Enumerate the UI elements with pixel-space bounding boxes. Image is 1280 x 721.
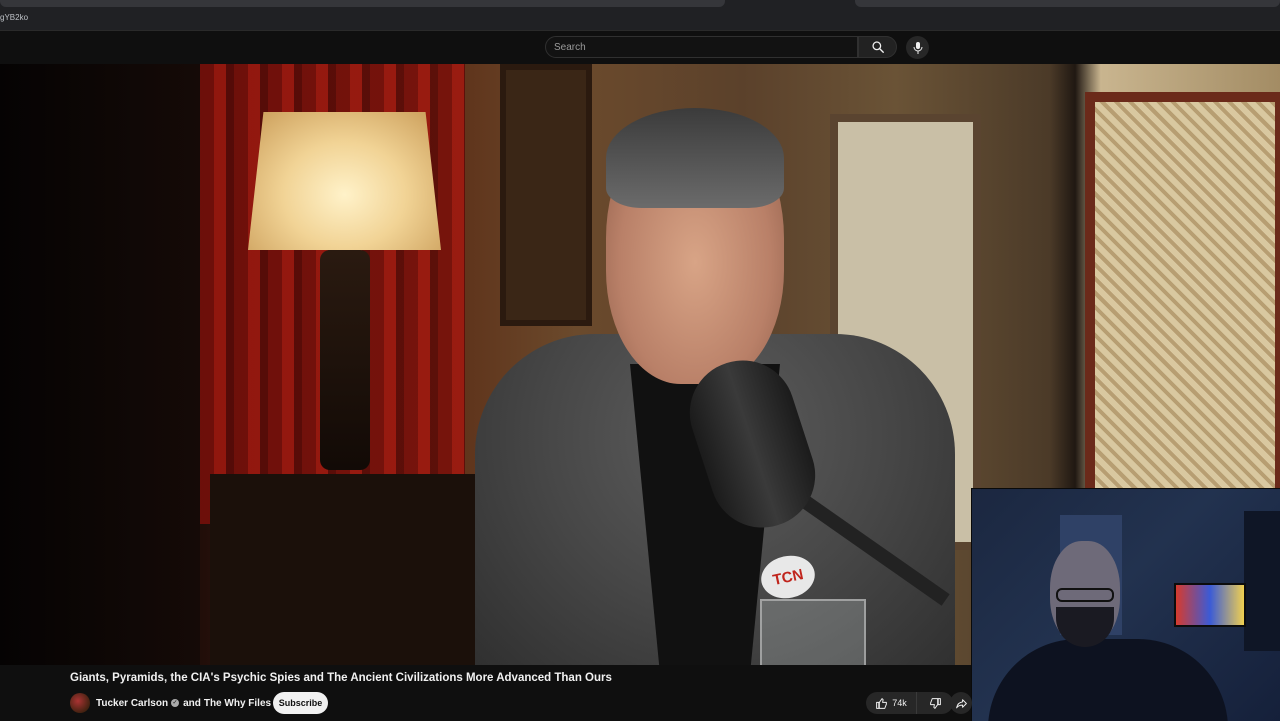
browser-tab-strip xyxy=(0,0,1280,8)
site-header xyxy=(0,31,1280,64)
verified-icon: ✓ xyxy=(171,699,180,707)
video-scene-wall xyxy=(0,64,200,665)
search-box[interactable] xyxy=(545,36,858,58)
thumbs-down-icon xyxy=(929,697,941,709)
search-icon xyxy=(871,41,884,53)
share-button[interactable] xyxy=(950,692,972,714)
channel-joiner: and xyxy=(183,697,201,709)
video-scene-lamp xyxy=(248,112,441,250)
thumbs-up-icon xyxy=(876,697,888,709)
channel-name-secondary[interactable]: The Why Files xyxy=(204,698,271,709)
webcam-scene-person xyxy=(988,639,1228,721)
like-dislike-group: 74k xyxy=(866,692,953,714)
webcam-scene-shelf xyxy=(1244,511,1280,651)
video-scene-lamp-base xyxy=(320,250,370,470)
microphone-icon xyxy=(913,41,922,54)
voice-search-button[interactable] xyxy=(906,36,929,59)
dislike-button[interactable] xyxy=(916,692,953,714)
address-bar[interactable]: gYB2ko xyxy=(0,8,1280,31)
video-scene-table xyxy=(210,474,490,665)
video-title: Giants, Pyramids, the CIA's Psychic Spie… xyxy=(70,672,612,684)
url-text: gYB2ko xyxy=(0,13,29,22)
browser-tab[interactable] xyxy=(0,0,725,7)
webcam-overlay xyxy=(971,488,1280,721)
video-scene-glass xyxy=(760,599,866,665)
subscribe-button[interactable]: Subscribe xyxy=(273,692,328,714)
channel-row: Tucker Carlson ✓ and The Why Files ✓ xyxy=(70,692,286,714)
channel-name[interactable]: Tucker Carlson xyxy=(96,698,168,709)
webcam-scene-glasses xyxy=(1056,588,1114,602)
video-scene-hair xyxy=(606,108,784,208)
video-scene-frame xyxy=(500,64,592,326)
search-input[interactable] xyxy=(554,40,844,54)
like-button[interactable]: 74k xyxy=(866,692,916,714)
webcam-scene-tv xyxy=(1174,583,1246,627)
browser-tab[interactable] xyxy=(855,0,1280,7)
video-scene-tapestry xyxy=(1085,92,1280,512)
like-count: 74k xyxy=(892,698,907,708)
channel-avatar[interactable] xyxy=(70,693,90,713)
search-button[interactable] xyxy=(858,36,897,58)
share-icon xyxy=(955,698,967,708)
